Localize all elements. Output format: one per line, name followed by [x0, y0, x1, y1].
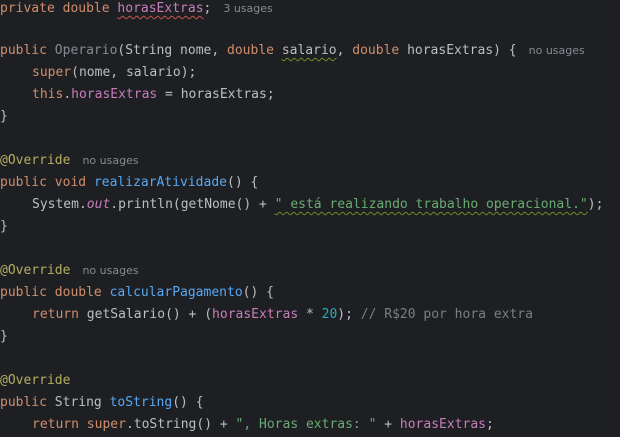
code-line: public void realizarAtividade() {: [0, 175, 259, 190]
parameter: nome: [180, 43, 212, 58]
identifier: nome: [78, 65, 111, 80]
method-call: println: [118, 197, 173, 212]
code-line: }: [0, 219, 8, 234]
code-line: @Override no usages: [0, 150, 139, 172]
annotation: @Override: [0, 153, 71, 168]
usage-hint[interactable]: no usages: [82, 264, 138, 277]
keyword: public: [0, 175, 47, 190]
constructor-name[interactable]: Operario: [55, 43, 118, 58]
annotation: @Override: [0, 373, 71, 388]
code-line: public Operario(String nome, double sala…: [0, 43, 585, 58]
keyword: super: [86, 417, 126, 432]
punctuation: ;: [203, 1, 212, 16]
type: String: [54, 395, 102, 410]
code-line: private double horasExtras; 3 usages: [0, 0, 273, 20]
method-name[interactable]: calcularPagamento: [110, 285, 243, 300]
keyword: return: [32, 307, 79, 322]
string-literal: ", Horas extras: ": [235, 417, 377, 432]
type: String: [125, 43, 173, 58]
comment: // R$20 por hora extra: [360, 307, 533, 322]
keyword: public: [0, 395, 47, 410]
parameter: salario: [281, 43, 337, 58]
usage-hint[interactable]: no usages: [82, 154, 138, 167]
code-editor[interactable]: private double horasExtras; 3 usages publ…: [0, 0, 620, 437]
field-declaration[interactable]: horasExtras: [117, 1, 203, 16]
keyword: public: [0, 285, 47, 300]
annotation: @Override: [0, 263, 71, 278]
code-line: public double calcularPagamento() {: [0, 285, 274, 300]
usage-hint[interactable]: 3 usages: [223, 2, 272, 15]
field-reference: horasExtras: [399, 417, 486, 432]
code-line: super(nome, salario);: [32, 65, 197, 80]
usage-hint[interactable]: no usages: [529, 44, 585, 57]
code-line: return getSalario() + (horasExtras * 20)…: [32, 307, 533, 322]
code-line: return super.toString() + ", Horas extra…: [32, 417, 494, 432]
keyword: double: [54, 285, 102, 300]
code-line: this.horasExtras = horasExtras;: [32, 87, 275, 102]
code-line: public String toString() {: [0, 395, 204, 410]
static-field: out: [86, 197, 111, 212]
keyword: double: [227, 43, 274, 58]
number-literal: 20: [321, 307, 338, 322]
method-call: toString: [133, 417, 197, 432]
method-call: getNome: [180, 197, 236, 212]
keyword: double: [62, 1, 110, 16]
identifier: horasExtras: [180, 87, 267, 102]
string-literal: " está realizando trabalho operacional.": [274, 197, 588, 212]
method-name[interactable]: realizarAtividade: [94, 175, 227, 190]
keyword: this: [32, 87, 64, 102]
code-line: @Override: [0, 370, 70, 392]
keyword: double: [352, 43, 400, 58]
parameter: horasExtras: [407, 43, 494, 58]
field-reference: horasExtras: [71, 87, 158, 102]
code-line: }: [0, 329, 8, 344]
code-line: }: [0, 109, 8, 124]
code-line: @Override no usages: [0, 260, 139, 282]
code-line: System.out.println(getNome() + " está re…: [32, 197, 604, 212]
keyword: return: [32, 417, 79, 432]
keyword: public: [0, 43, 47, 58]
identifier: System: [32, 197, 79, 212]
method-name[interactable]: toString: [110, 395, 173, 410]
method-call: getSalario: [86, 307, 166, 322]
keyword: private: [0, 1, 55, 16]
keyword: super: [32, 65, 72, 80]
keyword: void: [54, 175, 87, 190]
identifier: salario: [125, 65, 181, 80]
field-reference: horasExtras: [212, 307, 299, 322]
